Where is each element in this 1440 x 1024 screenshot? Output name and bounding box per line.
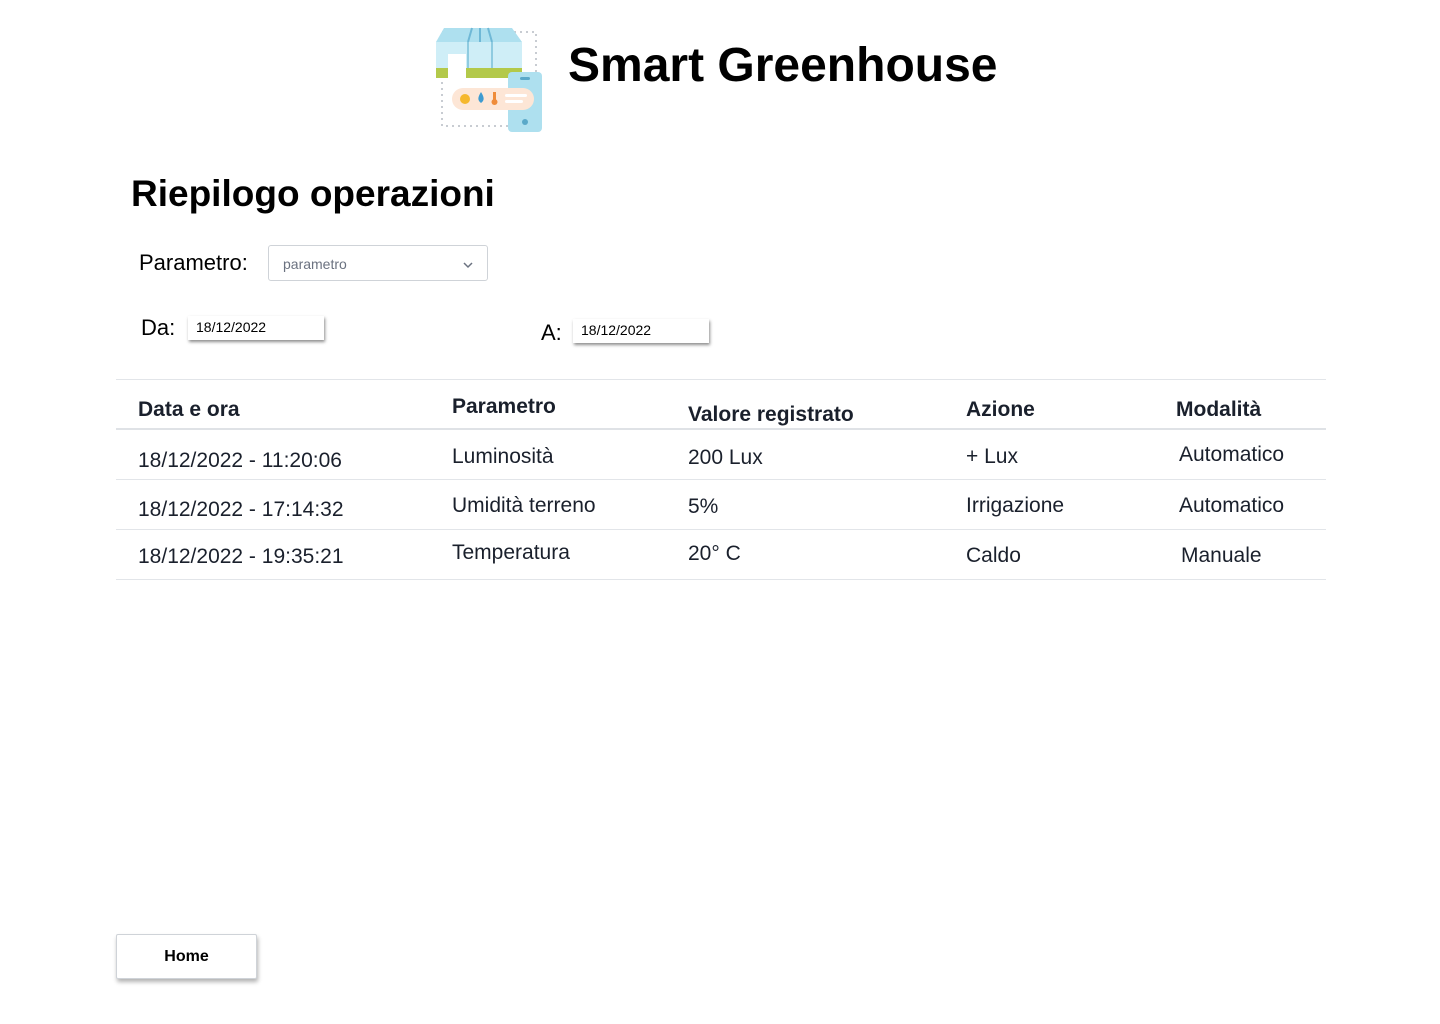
from-date-label: Da:	[141, 315, 176, 340]
row-divider	[116, 479, 1326, 480]
app-title: Smart Greenhouse	[568, 39, 998, 92]
table-cell: Caldo	[966, 544, 1021, 567]
chevron-down-icon	[462, 258, 474, 270]
table-cell: 200 Lux	[688, 446, 763, 469]
table-cell: 18/12/2022 - 19:35:21	[138, 545, 344, 568]
from-date-value: 18/12/2022	[196, 319, 267, 335]
table-cell: 18/12/2022 - 11:20:06	[138, 449, 342, 472]
column-header-value: Valore registrato	[688, 403, 854, 426]
home-button[interactable]: Home	[116, 934, 257, 979]
table-cell: Automatico	[1179, 443, 1285, 466]
column-header-parameter: Parametro	[452, 395, 556, 418]
row-divider	[116, 579, 1326, 580]
row-divider	[116, 529, 1326, 530]
to-date-input[interactable]: 18/12/2022	[573, 319, 709, 343]
operations-table: Data e ora Parametro Valore registrato A…	[116, 379, 1326, 581]
to-date-label: A:	[541, 320, 562, 345]
column-header-action: Azione	[966, 398, 1035, 421]
to-date-value: 18/12/2022	[581, 322, 652, 338]
table-cell: 5%	[688, 495, 719, 518]
table-cell: Manuale	[1181, 544, 1262, 567]
table-cell: Luminosità	[452, 445, 554, 468]
column-header-datetime: Data e ora	[138, 398, 240, 421]
table-cell: + Lux	[966, 445, 1018, 468]
table-cell: Umidità terreno	[452, 494, 596, 517]
header-divider	[116, 428, 1326, 430]
page-title: Riepilogo operazioni	[131, 173, 495, 214]
table-cell: 20° C	[688, 542, 741, 565]
from-date-input[interactable]: 18/12/2022	[188, 316, 324, 340]
table-cell: Temperatura	[452, 541, 570, 564]
table-cell: Irrigazione	[966, 494, 1065, 517]
column-header-mode: Modalità	[1176, 398, 1262, 421]
greenhouse-icon	[432, 22, 544, 134]
parameter-select[interactable]: parametro	[268, 245, 488, 281]
table-cell: 18/12/2022 - 17:14:32	[138, 498, 344, 521]
parameter-select-value: parametro	[283, 256, 347, 272]
parameter-label: Parametro:	[139, 250, 248, 275]
table-cell: Automatico	[1179, 494, 1285, 517]
